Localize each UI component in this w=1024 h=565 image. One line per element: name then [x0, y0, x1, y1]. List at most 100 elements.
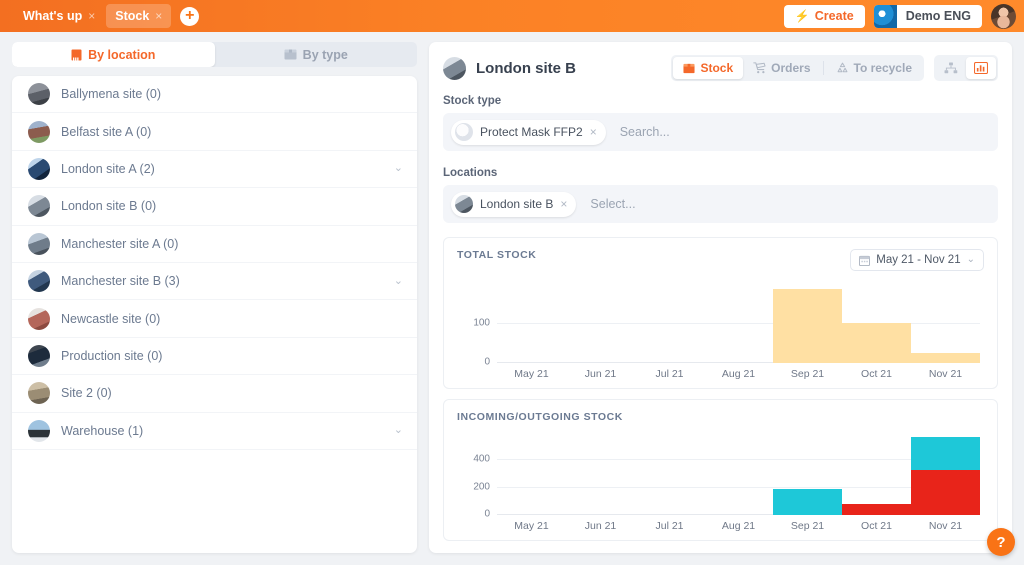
create-button[interactable]: ⚡ Create [783, 4, 865, 28]
list-item[interactable]: Manchester site B (3) ⌄ [12, 263, 417, 301]
bar-slot[interactable] [911, 281, 980, 363]
calendar-icon [859, 255, 871, 266]
org-name: Demo ENG [905, 9, 971, 23]
page-body: By location By type Ballymena site (0) B… [0, 32, 1024, 565]
bar-segment[interactable] [911, 437, 980, 471]
bar-chart-icon [974, 62, 988, 74]
bar-slot[interactable] [704, 281, 773, 363]
y-axis-tick: 200 [473, 481, 490, 493]
list-item[interactable]: London site B (0) [12, 188, 417, 226]
x-axis-tick: May 21 [514, 368, 549, 380]
list-item[interactable]: Ballymena site (0) [12, 76, 417, 114]
chevron-down-icon[interactable]: ⌄ [394, 163, 403, 174]
stock-type-chip[interactable]: Protect Mask FFP2 × [451, 119, 606, 145]
close-icon[interactable]: × [155, 10, 162, 22]
date-range-selector[interactable]: May 21 - Nov 21 ⌄ [850, 249, 984, 271]
page-title: London site B [476, 59, 576, 77]
list-item[interactable]: Site 2 (0) [12, 375, 417, 413]
building-icon [71, 49, 82, 60]
help-button[interactable]: ? [987, 528, 1015, 556]
list-item[interactable]: London site A (2) ⌄ [12, 151, 417, 189]
bar-slot[interactable] [635, 433, 704, 515]
tab-whats-up[interactable]: What's up × [14, 4, 104, 28]
location-chip[interactable]: London site B × [451, 191, 577, 217]
list-item[interactable]: Manchester site A (0) [12, 226, 417, 263]
bar-slot[interactable] [497, 281, 566, 363]
chart-header: TOTAL STOCK May 21 - Nov 21 ⌄ [457, 249, 984, 271]
bar-slot[interactable] [566, 433, 635, 515]
tab-stock[interactable]: Stock [673, 57, 744, 79]
org-logo-icon [873, 4, 897, 28]
bar[interactable] [773, 288, 842, 363]
stock-type-search-input[interactable]: Search... [620, 125, 670, 139]
chart-title: INCOMING/OUTGOING STOCK [457, 411, 623, 423]
locations-filter[interactable]: London site B × Select... [443, 185, 998, 223]
lightning-bolt-icon: ⚡ [794, 9, 810, 23]
mask-thumbnail-icon [455, 123, 473, 141]
bar-slot[interactable] [842, 281, 911, 363]
sidebar-tab-by-location[interactable]: By location [12, 42, 215, 67]
x-axis-tick: Jun 21 [584, 368, 617, 380]
tab-label: Stock [700, 61, 734, 75]
toggle-hierarchy-view[interactable] [936, 57, 966, 79]
top-bar-actions: ⚡ Create Demo ENG [783, 3, 1016, 29]
top-bar: What's up × Stock × + ⚡ Create Demo ENG [0, 0, 1024, 32]
locations-select-input[interactable]: Select... [590, 197, 635, 211]
bar-segment[interactable] [773, 488, 842, 515]
site-thumbnail-icon [28, 419, 50, 442]
bar-slot[interactable] [842, 433, 911, 515]
close-icon[interactable]: × [88, 10, 95, 22]
bar-slot[interactable] [773, 433, 842, 515]
x-axis-tick: Jul 21 [655, 520, 684, 532]
site-thumbnail-icon [28, 232, 50, 255]
site-label: Site 2 (0) [61, 386, 112, 401]
toggle-chart-view[interactable] [966, 57, 996, 79]
bar-group [497, 433, 980, 515]
list-item[interactable]: Warehouse (1) ⌄ [12, 413, 417, 450]
x-axis-tick: Sep 21 [790, 368, 825, 380]
x-axis-tick: Jun 21 [584, 520, 617, 532]
box-icon [284, 49, 297, 60]
x-axis-tick: Nov 21 [928, 368, 963, 380]
tab-stock[interactable]: Stock × [106, 4, 172, 28]
add-tab-button[interactable]: + [180, 6, 200, 26]
bar-slot[interactable] [773, 281, 842, 363]
bar-slot[interactable] [635, 281, 704, 363]
tab-label: Orders [771, 61, 811, 75]
org-switcher[interactable]: Demo ENG [873, 4, 982, 28]
x-axis-tick: Oct 21 [861, 368, 892, 380]
x-axis-tick: Oct 21 [861, 520, 892, 532]
avatar[interactable] [991, 3, 1016, 29]
chart-title: TOTAL STOCK [457, 249, 537, 261]
chip-label: Protect Mask FFP2 [480, 125, 583, 139]
bar-slot[interactable] [497, 433, 566, 515]
sidebar-tab-by-type[interactable]: By type [215, 42, 418, 67]
bar-slot[interactable] [704, 433, 773, 515]
list-item[interactable]: Belfast site A (0) [12, 113, 417, 151]
bar-segment[interactable] [842, 504, 911, 515]
list-item[interactable]: Newcastle site (0) [12, 300, 417, 338]
list-item[interactable]: Production site (0) [12, 338, 417, 376]
sidebar: By location By type Ballymena site (0) B… [12, 42, 417, 553]
bar-slot[interactable] [566, 281, 635, 363]
main-panel: London site B Stock Orders To recycle St… [429, 42, 1015, 556]
close-icon[interactable]: × [590, 126, 597, 138]
bar-segment[interactable] [911, 470, 980, 515]
locations-label: Locations [443, 167, 498, 179]
bar[interactable] [911, 352, 980, 363]
stock-type-filter[interactable]: Protect Mask FFP2 × Search... [443, 113, 998, 151]
tab-orders[interactable]: Orders [743, 57, 820, 79]
site-label: London site A (2) [61, 161, 155, 176]
tab-to-recycle[interactable]: To recycle [826, 57, 922, 79]
cart-icon [753, 62, 766, 74]
close-icon[interactable]: × [560, 198, 567, 210]
chevron-down-icon[interactable]: ⌄ [394, 275, 403, 287]
chevron-down-icon: ⌄ [966, 254, 975, 265]
bar[interactable] [842, 323, 911, 363]
main-panel-actions: Stock Orders To recycle [671, 55, 998, 81]
y-axis-tick: 0 [484, 356, 490, 368]
site-label: Manchester site B (3) [61, 274, 180, 289]
chevron-down-icon[interactable]: ⌄ [394, 425, 403, 436]
x-axis: May 21 Jun 21 Jul 21 Aug 21 Sep 21 Oct 21 Nov … [497, 520, 980, 532]
bar-slot[interactable] [911, 433, 980, 515]
